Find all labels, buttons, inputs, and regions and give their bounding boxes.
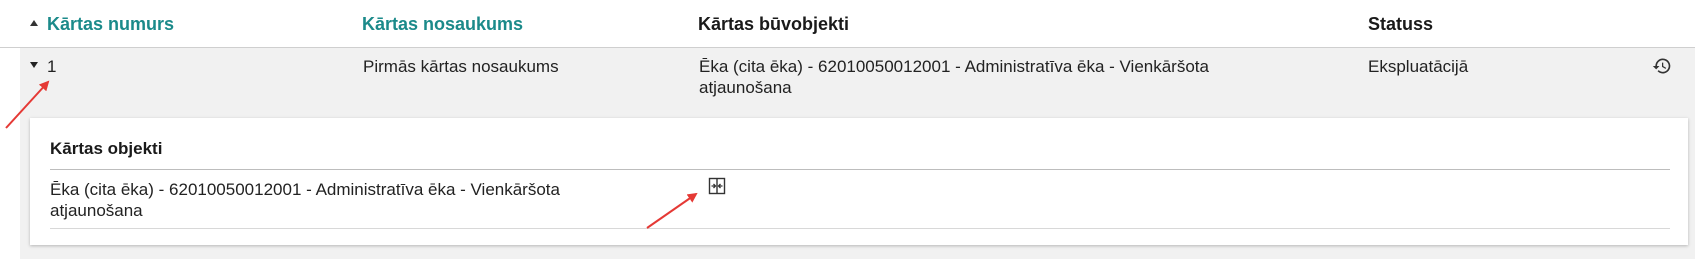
row-name: Pirmās kārtas nosaukums (363, 57, 559, 76)
table-header: Kārtas numurs Kārtas nosaukums Kārtas bū… (0, 0, 1695, 48)
history-icon[interactable] (1652, 56, 1672, 76)
detail-object-text: Ēka (cita ēka) - 62010050012001 - Admini… (50, 180, 560, 220)
detail-title: Kārtas objekti (50, 139, 163, 158)
row-status: Ekspluatācijā (1368, 57, 1469, 76)
compare-icon[interactable] (708, 177, 726, 195)
sort-ascending-icon[interactable] (30, 20, 38, 26)
column-header-name[interactable]: Kārtas nosaukums (362, 13, 523, 35)
divider (50, 169, 1670, 170)
column-header-objects: Kārtas būvobjekti (698, 14, 850, 34)
row-objects: Ēka (cita ēka) - 62010050012001 - Admini… (699, 57, 1209, 97)
table-row: 1 Pirmās kārtas nosaukums Ēka (cita ēka)… (20, 48, 1695, 259)
row-detail-panel: Kārtas objekti Ēka (cita ēka) - 62010050… (30, 118, 1688, 245)
divider (50, 228, 1670, 229)
expand-row-icon[interactable] (30, 62, 38, 68)
row-number: 1 (47, 57, 57, 76)
column-header-number[interactable]: Kārtas numurs (47, 13, 174, 35)
column-header-status: Statuss (1368, 14, 1434, 34)
